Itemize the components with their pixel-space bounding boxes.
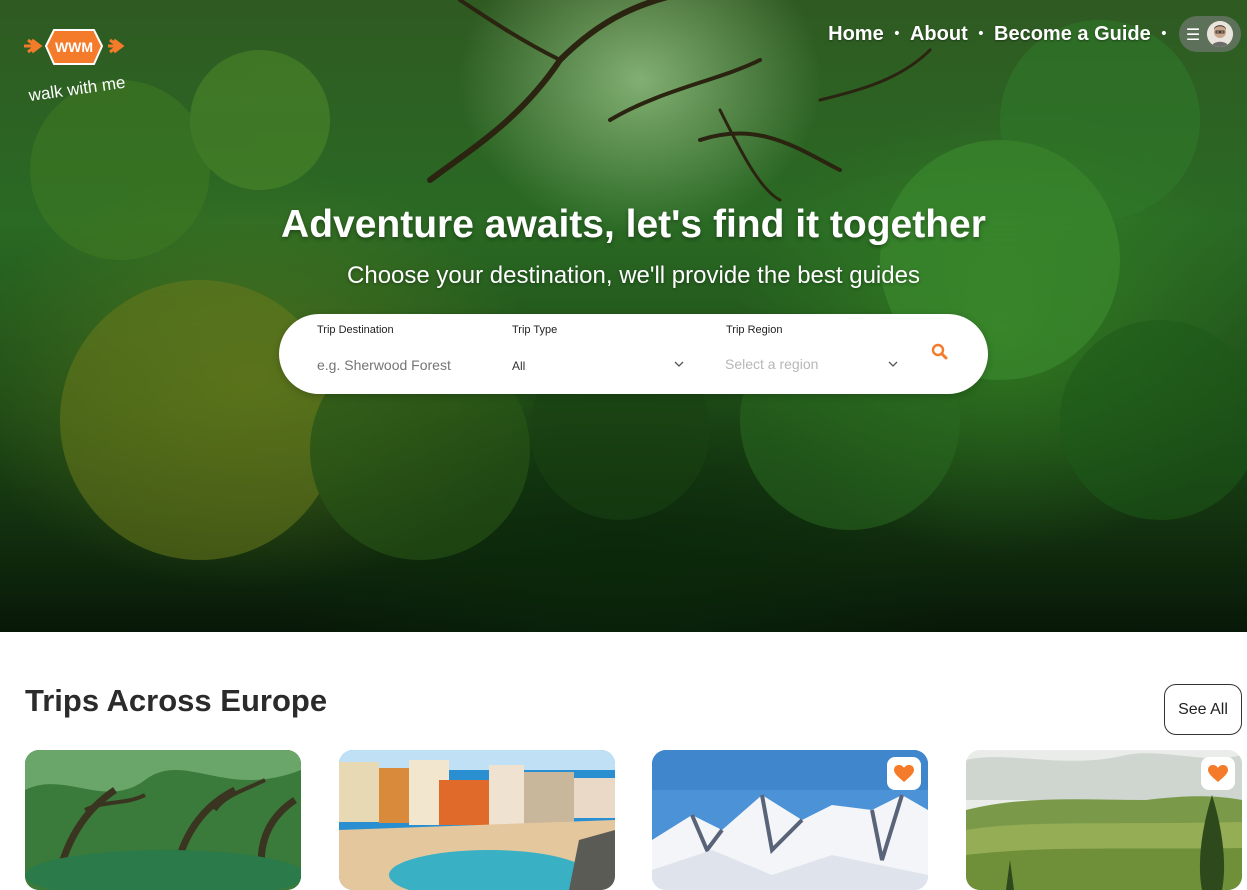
search-icon xyxy=(931,343,948,360)
trip-type-value: All xyxy=(512,359,526,373)
destination-label: Trip Destination xyxy=(317,324,394,336)
trip-card[interactable] xyxy=(966,750,1242,890)
logo-mark-icon: WWM walk with me xyxy=(24,29,127,105)
user-avatar xyxy=(1207,21,1233,47)
hamburger-icon: ☰ xyxy=(1185,24,1201,44)
nav-separator: • xyxy=(976,26,986,42)
hero-title: Adventure awaits, let's find it together xyxy=(281,203,986,246)
search-button[interactable] xyxy=(929,341,951,363)
heart-icon xyxy=(1208,764,1228,782)
walk-with-me-logo[interactable]: WWM walk with me xyxy=(22,24,140,106)
chevron-down-icon xyxy=(674,361,684,367)
trip-image-mossy-forest xyxy=(25,750,301,890)
trip-type-select[interactable]: All xyxy=(509,348,689,378)
trip-image-coastal-town xyxy=(339,750,615,890)
section-title: Trips Across Europe xyxy=(25,683,328,718)
see-all-button[interactable]: See All xyxy=(1164,684,1242,735)
logo-mark-text: WWM xyxy=(55,39,93,55)
favorite-button[interactable] xyxy=(887,757,921,790)
favorite-button[interactable] xyxy=(1201,757,1235,790)
trip-search-bar: Trip Destination Trip Type All Trip Regi… xyxy=(279,314,988,394)
nav-home-link[interactable]: Home xyxy=(828,23,884,46)
trip-type-label: Trip Type xyxy=(512,324,558,336)
hero-subtitle: Choose your destination, we'll provide t… xyxy=(347,262,920,289)
region-placeholder: Select a region xyxy=(725,356,819,372)
logo-tagline: walk with me xyxy=(27,73,127,105)
region-label: Trip Region xyxy=(726,324,783,336)
trip-card[interactable] xyxy=(339,750,615,890)
hero-banner: WWM walk with me Home • About • Become a… xyxy=(0,0,1247,632)
region-select[interactable]: Select a region xyxy=(723,348,903,378)
user-menu-button[interactable]: ☰ xyxy=(1179,16,1241,52)
trip-card[interactable] xyxy=(652,750,928,890)
nav-about-link[interactable]: About xyxy=(910,23,968,46)
chevron-down-icon xyxy=(888,361,898,367)
nav-separator: • xyxy=(1159,26,1168,42)
heart-icon xyxy=(894,764,914,782)
trip-card[interactable] xyxy=(25,750,301,890)
destination-input[interactable] xyxy=(315,352,489,378)
nav-become-guide-link[interactable]: Become a Guide xyxy=(994,23,1151,46)
nav-separator: • xyxy=(892,26,901,42)
top-navigation: Home • About • Become a Guide • ☰ xyxy=(828,16,1241,52)
